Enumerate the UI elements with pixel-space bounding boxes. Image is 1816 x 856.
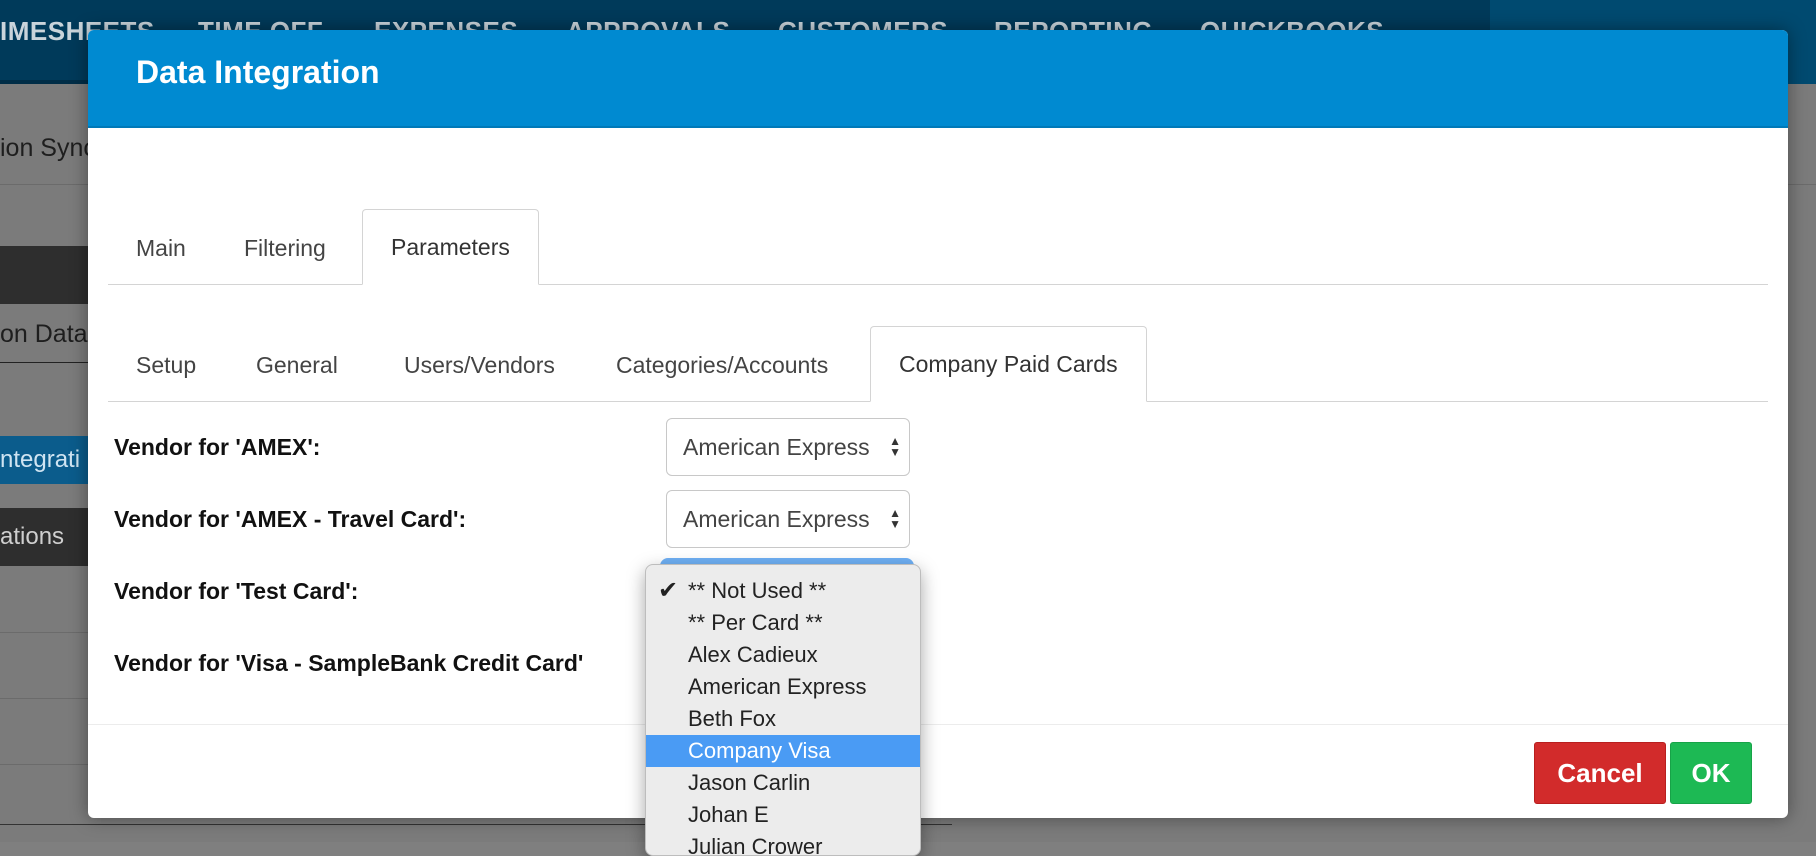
data-integration-dialog: Data Integration Main Filtering Paramete… (88, 30, 1788, 818)
background-text-ations: ations (0, 523, 65, 550)
background-text-sync: ion Sync (0, 134, 96, 162)
select-value: American Express (683, 434, 870, 460)
main-tabs: Main Filtering Parameters (108, 180, 1768, 285)
dropdown-option[interactable]: ** Per Card ** (646, 607, 920, 639)
option-label: ** Per Card ** (688, 610, 823, 635)
option-label: Company Visa (688, 738, 831, 763)
dropdown-option[interactable]: Johan E (646, 799, 920, 831)
background-row-line (0, 632, 90, 633)
dropdown-option[interactable]: Alex Cadieux (646, 639, 920, 671)
background-dark-item[interactable]: ations (0, 508, 90, 566)
background-dark-block (0, 246, 90, 304)
tab-parameters[interactable]: Parameters (362, 209, 539, 285)
dropdown-option[interactable]: American Express (646, 671, 920, 703)
subtab-general[interactable]: General (228, 328, 366, 402)
option-label: Jason Carlin (688, 770, 811, 795)
option-label: Johan E (688, 802, 769, 827)
option-label: American Express (688, 674, 867, 699)
subtab-company-paid-cards[interactable]: Company Paid Cards (870, 326, 1147, 402)
dropdown-option[interactable]: ✔ ** Not Used ** (646, 575, 920, 607)
ok-button[interactable]: OK (1670, 742, 1752, 804)
option-label: ** Not Used ** (688, 578, 827, 603)
subtab-setup[interactable]: Setup (108, 328, 224, 402)
vendor-dropdown-list[interactable]: ✔ ** Not Used ** ** Per Card ** Alex Cad… (645, 564, 921, 856)
checkmark-icon: ✔ (658, 577, 679, 604)
option-label: Beth Fox (688, 706, 777, 731)
subtab-categories-accounts[interactable]: Categories/Accounts (588, 328, 856, 402)
select-arrows-icon: ▲ ▼ (889, 506, 901, 531)
dialog-footer-divider (88, 724, 1788, 725)
dialog-header: Data Integration (88, 30, 1788, 128)
select-value: American Express (683, 506, 870, 532)
background-row-line (0, 698, 90, 699)
select-vendor-amex-travel[interactable]: American Express ▲ ▼ (666, 490, 910, 548)
parameter-subtabs: Setup General Users/Vendors Categories/A… (108, 296, 1768, 402)
label-vendor-test-card: Vendor for 'Test Card': (114, 578, 359, 604)
select-vendor-amex[interactable]: American Express ▲ ▼ (666, 418, 910, 476)
tab-filtering[interactable]: Filtering (216, 211, 354, 285)
dialog-title: Data Integration (136, 54, 380, 90)
label-vendor-amex-travel: Vendor for 'AMEX - Travel Card': (114, 506, 467, 532)
dropdown-option[interactable]: Jason Carlin (646, 767, 920, 799)
select-arrows-icon: ▲ ▼ (889, 434, 901, 459)
dropdown-option[interactable]: Julian Crower (646, 831, 920, 856)
label-vendor-amex: Vendor for 'AMEX': (114, 434, 321, 460)
label-vendor-visa-samplebank: Vendor for 'Visa - SampleBank Credit Car… (114, 650, 584, 676)
cancel-button[interactable]: Cancel (1534, 742, 1666, 804)
dropdown-option[interactable]: Beth Fox (646, 703, 920, 735)
background-row-line (0, 764, 90, 765)
background-active-item[interactable]: ntegrati (0, 436, 90, 484)
option-label: Alex Cadieux (688, 642, 818, 667)
background-text-integration: ntegrati (0, 446, 81, 473)
background-underline (0, 362, 90, 363)
option-label: Julian Crower (688, 834, 823, 856)
background-text-data: on Data (0, 320, 88, 348)
dropdown-option-highlighted[interactable]: Company Visa (646, 735, 920, 767)
tab-main[interactable]: Main (108, 211, 214, 285)
subtab-users-vendors[interactable]: Users/Vendors (376, 328, 583, 402)
